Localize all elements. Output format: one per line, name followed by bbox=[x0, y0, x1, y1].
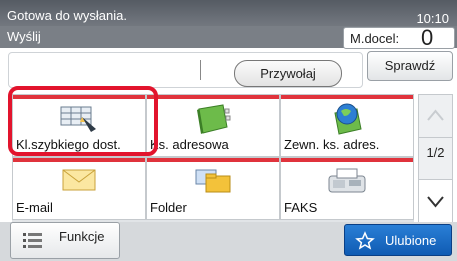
pager: 1/2 bbox=[418, 94, 453, 222]
functions-label: Funkcje bbox=[59, 229, 105, 244]
email-icon bbox=[62, 169, 96, 191]
tile-accent bbox=[281, 95, 413, 99]
check-button[interactable]: Sprawdź bbox=[367, 51, 453, 81]
external-address-book-icon bbox=[334, 103, 362, 135]
chevron-down-icon bbox=[427, 196, 444, 208]
tile-label: E-mail bbox=[16, 200, 53, 215]
screen-title: Wyślij bbox=[7, 29, 41, 44]
separator bbox=[200, 60, 201, 80]
tile-accent bbox=[147, 95, 279, 99]
tile-address-book[interactable]: Ks. adresowa bbox=[146, 94, 280, 157]
tile-label: Zewn. ks. adres. bbox=[284, 137, 380, 152]
menu-list-icon bbox=[23, 233, 42, 248]
tile-label: Ks. adresowa bbox=[150, 137, 229, 152]
functions-button[interactable]: Funkcje bbox=[10, 222, 120, 259]
tile-external-address-book[interactable]: Zewn. ks. adres. bbox=[280, 94, 414, 157]
selection-highlight bbox=[8, 86, 158, 156]
address-book-icon bbox=[197, 104, 231, 134]
page-down-button[interactable] bbox=[419, 179, 452, 222]
destination-counter: M.docel: 0 bbox=[343, 25, 455, 50]
status-message: Gotowa do wysłania. bbox=[7, 8, 127, 23]
destination-counter-value: 0 bbox=[421, 25, 434, 50]
tile-fax[interactable]: FAKS bbox=[280, 157, 414, 220]
tile-accent bbox=[147, 158, 279, 162]
page-indicator: 1/2 bbox=[426, 145, 445, 160]
tile-label: Folder bbox=[150, 200, 187, 215]
page-up-button[interactable] bbox=[419, 95, 452, 138]
fax-icon bbox=[328, 168, 366, 193]
clock: 10:10 bbox=[416, 11, 449, 26]
star-icon bbox=[355, 231, 375, 250]
recall-button[interactable]: Przywołaj bbox=[234, 60, 342, 87]
send-screen: Gotowa do wysłania. 10:10 Wyślij M.docel… bbox=[0, 0, 457, 261]
folder-icon bbox=[195, 169, 231, 193]
destination-counter-label: M.docel: bbox=[350, 31, 400, 46]
tile-label: FAKS bbox=[284, 200, 318, 215]
tile-accent bbox=[281, 158, 413, 162]
chevron-up-icon bbox=[427, 109, 444, 121]
tile-accent bbox=[13, 158, 145, 162]
tile-folder[interactable]: Folder bbox=[146, 157, 280, 220]
tile-email[interactable]: E-mail bbox=[12, 157, 146, 220]
favorites-label: Ulubione bbox=[385, 233, 437, 248]
favorites-button[interactable]: Ulubione bbox=[344, 224, 452, 256]
